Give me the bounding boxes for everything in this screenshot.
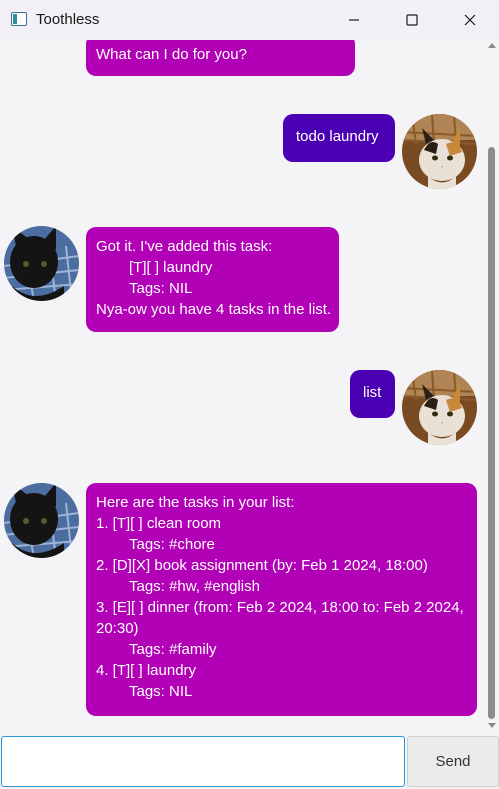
message-line: 2. [D][X] book assignment (by: Feb 1 202… [96, 557, 428, 574]
user-message-bubble: todo laundry [283, 114, 395, 162]
input-bar: Send [0, 733, 499, 789]
message-line: todo laundry [296, 128, 379, 145]
vertical-scrollbar[interactable] [484, 40, 499, 733]
app-window: Toothless What can I do for you? todo la… [0, 0, 499, 789]
title-bar[interactable]: Toothless [0, 0, 499, 41]
close-button[interactable] [447, 0, 493, 40]
message-input[interactable] [1, 736, 405, 787]
bot-avatar [4, 483, 79, 558]
bot-message-bubble: What can I do for you? [86, 40, 355, 76]
bot-message-bubble: Here are the tasks in your list: 1. [T][… [86, 483, 477, 716]
maximize-icon [406, 14, 418, 26]
window-title: Toothless [36, 11, 100, 28]
message-line: Tags: NIL [129, 280, 193, 297]
send-button[interactable]: Send [407, 736, 499, 787]
message-line: 1. [T][ ] clean room [96, 515, 222, 532]
message-line: Here are the tasks in your list: [96, 494, 295, 511]
message-line: Tags: #hw, #english [129, 578, 260, 595]
app-window-icon [11, 12, 27, 26]
message-line: 4. [T][ ] laundry [96, 662, 197, 679]
scroll-down-arrow-icon[interactable] [488, 723, 496, 728]
chat-dialog-list[interactable]: What can I do for you? todo laundry Got … [0, 40, 484, 733]
message-line: Nya-ow you have 4 tasks in the list. [96, 301, 332, 318]
message-line: 20:30) [96, 620, 139, 637]
close-icon [464, 14, 476, 26]
minimize-icon [349, 19, 359, 21]
message-line: 3. [E][ ] dinner (from: Feb 2 2024, 18:0… [96, 599, 464, 616]
user-avatar [402, 114, 477, 189]
user-avatar [402, 370, 477, 445]
message-line: Tags: #family [129, 641, 217, 658]
minimize-button[interactable] [331, 0, 377, 40]
message-line: What can I do for you? [96, 46, 247, 63]
message-line: Got it. I've added this task: [96, 238, 273, 255]
bot-avatar [4, 226, 79, 301]
maximize-button[interactable] [389, 0, 435, 40]
message-line: [T][ ] laundry [129, 259, 213, 276]
scroll-up-arrow-icon[interactable] [488, 43, 496, 48]
message-line: Tags: NIL [129, 683, 193, 700]
bot-message-bubble: Got it. I've added this task: [T][ ] lau… [86, 227, 339, 332]
user-message-bubble: list [350, 370, 395, 418]
message-line: list [363, 384, 382, 401]
scrollbar-thumb[interactable] [488, 147, 495, 719]
message-line: Tags: #chore [129, 536, 215, 553]
